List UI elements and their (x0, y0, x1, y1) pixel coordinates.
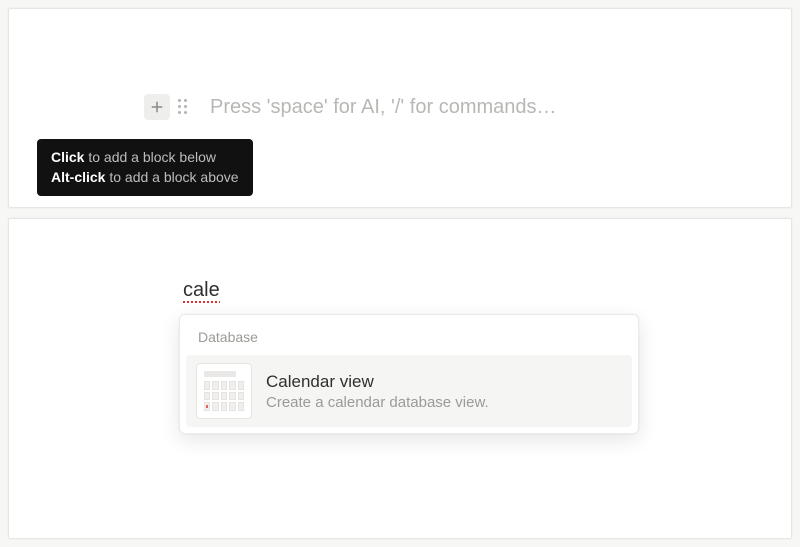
block-row: Press 'space' for AI, '/' for commands… (144, 94, 557, 120)
tooltip-line1-text: to add a block below (84, 149, 216, 165)
add-block-button[interactable] (144, 94, 170, 120)
menu-item-text: Calendar view Create a calendar database… (266, 372, 489, 411)
menu-section-label: Database (186, 323, 632, 355)
block-placeholder[interactable]: Press 'space' for AI, '/' for commands… (210, 96, 557, 119)
menu-item-calendar-view[interactable]: Calendar view Create a calendar database… (186, 355, 632, 427)
calendar-icon (196, 363, 252, 419)
tooltip-line1-key: Click (51, 149, 84, 165)
drag-handle[interactable] (176, 98, 190, 116)
plus-icon (148, 98, 166, 116)
menu-item-title: Calendar view (266, 372, 489, 392)
editor-panel-empty: Press 'space' for AI, '/' for commands… … (8, 8, 792, 208)
tooltip-line2-key: Alt-click (51, 169, 105, 185)
tooltip-line2-text: to add a block above (105, 169, 238, 185)
editor-panel-search: cale Database Calendar view Create a cal… (8, 218, 792, 539)
menu-item-description: Create a calendar database view. (266, 394, 489, 411)
slash-command-query[interactable]: cale (183, 279, 220, 303)
add-block-tooltip: Click to add a block below Alt-click to … (37, 139, 253, 196)
slash-command-menu: Database Calendar view Create a calendar… (179, 314, 639, 434)
